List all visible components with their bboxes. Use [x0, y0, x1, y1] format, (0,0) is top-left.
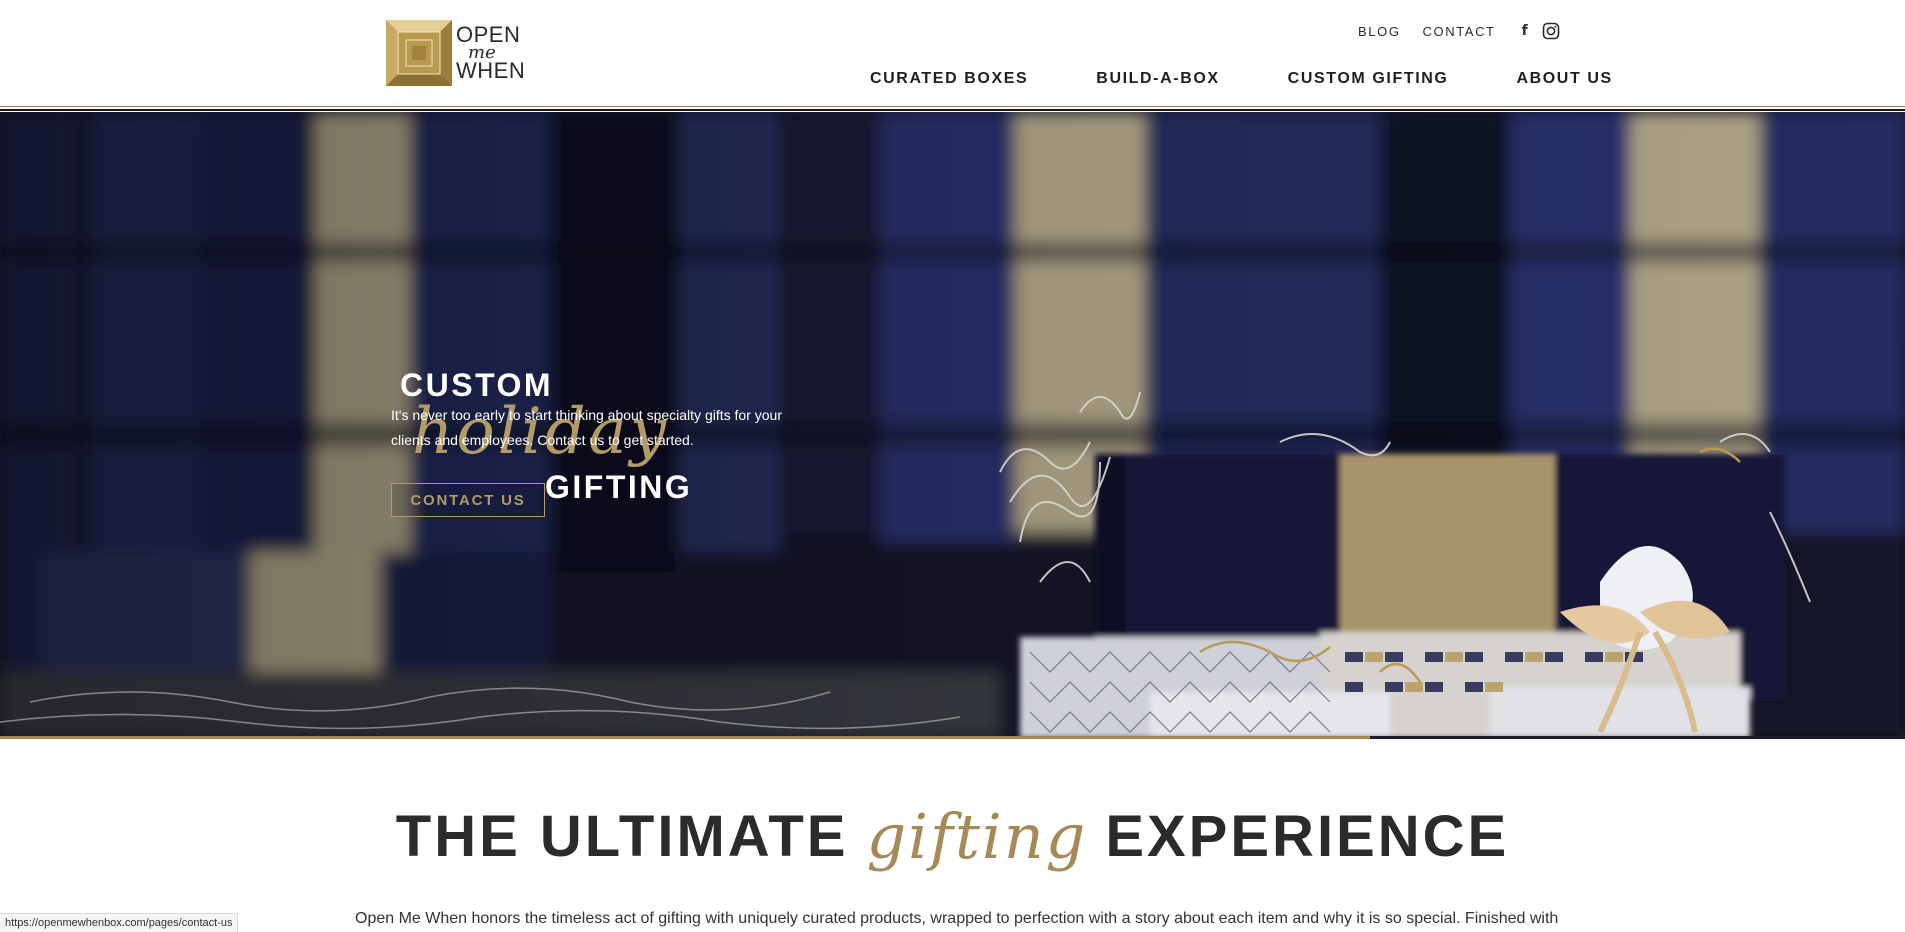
hero-banner: CUSTOM holiday GIFTING: [0, 112, 1905, 738]
main-nav: CURATED BOXES BUILD-A-BOX CUSTOM GIFTING…: [870, 70, 1613, 88]
logo-box-icon: [386, 20, 452, 86]
heading-ultimate: THE ULTIMATE: [395, 804, 849, 869]
contact-us-button[interactable]: CONTACT US: [391, 483, 545, 517]
instagram-icon[interactable]: [1542, 22, 1560, 40]
heading-experience: EXPERIENCE: [1105, 804, 1510, 869]
header-gold-rule: [0, 106, 1905, 107]
facebook-icon[interactable]: f: [1522, 23, 1528, 39]
site-header: OPEN me WHEN BLOG CONTACT f CURATED BOXE…: [0, 0, 1905, 112]
heading-gifting-script: gifting: [866, 800, 1088, 873]
nav-build-a-box[interactable]: BUILD-A-BOX: [1096, 70, 1219, 88]
hero-progress-track: [1370, 736, 1905, 739]
nav-about-us[interactable]: ABOUT US: [1516, 70, 1612, 88]
nav-curated-boxes[interactable]: CURATED BOXES: [870, 70, 1028, 88]
section-heading: THE ULTIMATE gifting EXPERIENCE: [0, 800, 1905, 873]
header-dark-rule: [0, 109, 1905, 111]
nav-custom-gifting[interactable]: CUSTOM GIFTING: [1288, 70, 1449, 88]
site-logo[interactable]: OPEN me WHEN: [384, 18, 546, 88]
utility-nav: BLOG CONTACT f: [1358, 22, 1560, 40]
section-description: Open Me When honors the timeless act of …: [355, 910, 1559, 927]
nav-blog-link[interactable]: BLOG: [1358, 24, 1401, 39]
browser-status-bar: https://openmewhenbox.com/pages/contact-…: [0, 913, 239, 932]
logo-line-when: WHEN: [456, 58, 526, 83]
logo-wordmark: OPEN me WHEN: [456, 24, 525, 82]
hero-title-gifting: GIFTING: [545, 469, 693, 505]
nav-contact-link[interactable]: CONTACT: [1423, 24, 1496, 39]
hero-background-image: [0, 112, 1905, 738]
hero-description: It's never too early to start thinking a…: [391, 407, 782, 448]
hero-progress-rule: [0, 736, 1370, 739]
